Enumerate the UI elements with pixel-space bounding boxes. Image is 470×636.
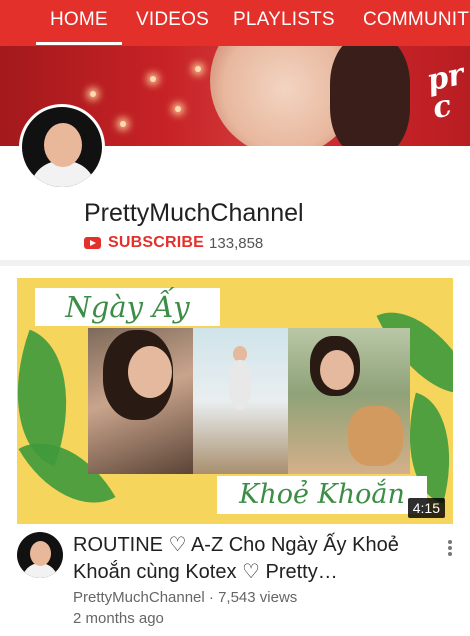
- subscribe-label: SUBSCRIBE: [108, 234, 205, 251]
- face: [128, 346, 172, 398]
- video-channel-avatar[interactable]: [17, 532, 63, 578]
- video-title[interactable]: ROUTINE ♡ A-Z Cho Ngày Ấy Khoẻ Khoắn cùn…: [73, 532, 433, 586]
- tab-home[interactable]: HOME: [50, 0, 108, 46]
- tab-videos[interactable]: VIDEOS: [136, 0, 209, 46]
- thumbnail-photo-dog: [288, 328, 410, 474]
- fairy-light: [150, 76, 156, 82]
- channel-header: PrettyMuchChannel SUBSCRIBE 133,858: [0, 104, 470, 260]
- corgi: [348, 406, 403, 466]
- thumbnail-text-top: Ngày Ấy: [35, 288, 220, 326]
- body: [229, 360, 251, 410]
- video-card[interactable]: Ngày Ấy Khoẻ Khoắn 4:15 ROUTINE ♡ A-Z Ch…: [0, 266, 470, 636]
- thumbnail-photo-eating: [88, 328, 194, 474]
- channel-name: PrettyMuchChannel: [84, 199, 304, 227]
- subscribe-button[interactable]: SUBSCRIBE 133,858: [84, 233, 263, 253]
- video-duration: 4:15: [407, 498, 445, 518]
- youtube-play-icon: [84, 237, 101, 249]
- more-vertical-icon[interactable]: [442, 538, 458, 558]
- video-thumbnail[interactable]: Ngày Ấy Khoẻ Khoắn 4:15: [17, 278, 453, 524]
- avatar-face: [44, 123, 82, 167]
- banner-logo-art: pr c: [423, 56, 468, 127]
- avatar-face: [30, 541, 51, 566]
- fairy-light: [195, 66, 201, 72]
- channel-avatar[interactable]: [19, 104, 105, 190]
- video-age: 2 months ago: [73, 610, 164, 627]
- banner-hair: [330, 46, 410, 146]
- fairy-light: [90, 91, 96, 97]
- channel-tab-bar: HOME VIDEOS PLAYLISTS COMMUNITY: [0, 0, 470, 46]
- dot: [448, 540, 452, 544]
- video-channel-and-views: PrettyMuchChannel · 7,543 views: [73, 589, 298, 606]
- fairy-light: [175, 106, 181, 112]
- dot: [448, 552, 452, 556]
- fairy-light: [120, 121, 126, 127]
- face: [320, 350, 354, 390]
- subscriber-count: 133,858: [209, 234, 264, 252]
- tab-playlists[interactable]: PLAYLISTS: [233, 0, 335, 46]
- active-tab-indicator: [36, 42, 122, 45]
- dot: [448, 546, 452, 550]
- tab-community[interactable]: COMMUNITY: [363, 0, 470, 46]
- thumbnail-text-bottom: Khoẻ Khoắn: [217, 476, 427, 514]
- thumbnail-photo-yoga: [193, 328, 288, 474]
